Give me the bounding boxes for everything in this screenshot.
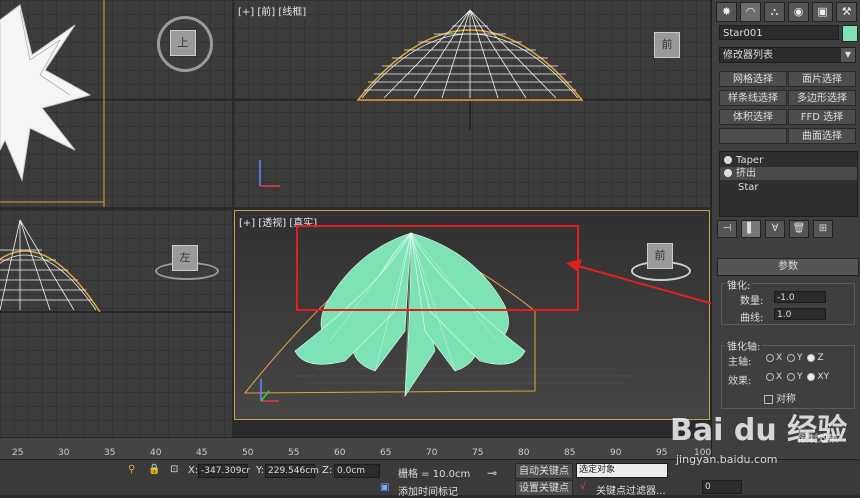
primary-x-radio[interactable] (766, 353, 774, 362)
utilities-tab-icon[interactable]: ⚒ (836, 2, 857, 22)
effect-label: 效果: (728, 376, 752, 387)
grid-size-text: 栅格 = 10.0cm (398, 469, 471, 480)
effect-options: X Y XY (764, 372, 829, 382)
x-coord-label: X: (188, 465, 199, 476)
parameters-rollout-header[interactable]: 参数 (717, 258, 859, 276)
filter-curve-icon[interactable]: √ (580, 481, 586, 492)
baidu-watermark: Bai du 经验 (670, 413, 848, 448)
timeline-tick: 80 (518, 448, 530, 458)
amount-spinner[interactable]: -1.0 (774, 291, 826, 303)
display-tab-icon[interactable]: ▣ (812, 2, 833, 22)
effect-x-radio[interactable] (766, 372, 774, 381)
command-panel-tabs: ✸ ◠ ⛬ ◉ ▣ ⚒ (716, 2, 857, 22)
mesh-select-button[interactable]: 网格选择 (719, 71, 787, 87)
primary-axis-options: X Y Z (764, 353, 824, 363)
y-coord-label: Y: (256, 465, 265, 476)
pin-stack-icon[interactable]: ⊣ (717, 220, 737, 238)
show-end-result-icon[interactable]: ▌ (741, 220, 761, 238)
configure-sets-icon[interactable]: ⊞ (813, 220, 833, 238)
lock-selection-icon[interactable]: ⚲ (128, 464, 135, 475)
curve-spinner[interactable]: 1.0 (774, 308, 826, 320)
modify-tab-icon[interactable]: ◠ (740, 2, 761, 22)
modifier-list-label: 修改器列表 (723, 50, 773, 61)
timeline-tick: 70 (426, 448, 438, 458)
key-icon[interactable]: ⊸ (487, 466, 497, 480)
timeline-tick: 45 (196, 448, 208, 458)
primary-axis-label: 主轴: (728, 357, 752, 368)
surface-select-button[interactable]: 曲面选择 (788, 128, 856, 144)
timeline-tick: 90 (610, 448, 622, 458)
x-coord-field[interactable]: -347.309cr (198, 464, 250, 478)
timeline-tick: 40 (150, 448, 162, 458)
timeline-ruler[interactable]: 25 30 35 40 45 50 55 60 65 70 75 80 85 9… (0, 437, 711, 460)
amount-label: 数量: (740, 296, 764, 307)
y-coord-field[interactable]: 229.546cm (265, 464, 319, 478)
lightbulb-icon[interactable] (724, 169, 732, 177)
z-coord-label: Z: (322, 465, 333, 476)
stack-item-extrude[interactable]: 挤出 (720, 167, 857, 180)
z-coord-field[interactable]: 0.0cm (334, 464, 380, 478)
time-tag-icon[interactable]: ▣ (380, 482, 389, 493)
motion-tab-icon[interactable]: ◉ (788, 2, 809, 22)
lightbulb-icon[interactable] (724, 156, 732, 164)
symmetry-checkbox[interactable] (764, 394, 773, 404)
stack-item-star[interactable]: Star (720, 181, 857, 194)
auto-key-button[interactable]: 自动关键点 (515, 463, 573, 479)
make-unique-icon[interactable]: ∀ (765, 220, 785, 238)
hierarchy-tab-icon[interactable]: ⛬ (764, 2, 785, 22)
remove-modifier-icon[interactable]: 🗑 (789, 220, 809, 238)
spline-select-button[interactable]: 样条线选择 (719, 90, 787, 106)
lock-icon[interactable]: 🔒 (148, 464, 160, 475)
effect-y-radio[interactable] (787, 372, 796, 381)
timeline-tick: 95 (656, 448, 668, 458)
timeline-tick: 30 (58, 448, 70, 458)
timeline-tick: 85 (564, 448, 576, 458)
timeline-tick: 50 (242, 448, 254, 458)
primary-z-radio[interactable] (807, 353, 816, 362)
patch-select-button[interactable]: 面片选择 (788, 71, 856, 87)
object-name-field[interactable]: Star001 (719, 25, 839, 40)
primary-y-radio[interactable] (787, 353, 796, 362)
selected-dropdown[interactable]: 选定对象 (576, 463, 668, 478)
effect-xy-radio[interactable] (807, 372, 816, 381)
create-tab-icon[interactable]: ✸ (716, 2, 737, 22)
symmetry-option[interactable]: 对称 (764, 390, 796, 405)
timeline-tick: 65 (380, 448, 392, 458)
curve-label: 曲线: (740, 313, 764, 324)
absolute-mode-icon[interactable]: ⊡ (170, 464, 178, 475)
object-color-swatch[interactable] (842, 25, 858, 42)
current-frame-field[interactable]: 0 (702, 480, 742, 494)
ffd-select-button[interactable]: FFD 选择 (788, 109, 856, 125)
taper-group-title: 锥化: (725, 277, 753, 292)
stack-item-taper[interactable]: Taper (720, 154, 857, 167)
poly-select-button[interactable]: 多边形选择 (788, 90, 856, 106)
timeline-tick: 55 (288, 448, 300, 458)
timeline-tick: 60 (334, 448, 346, 458)
timeline-tick: 25 (12, 448, 24, 458)
modifier-stack: Taper 挤出 Star (719, 151, 858, 217)
taper-axis-group-title: 锥化轴: (725, 338, 763, 353)
modifier-list-dropdown[interactable]: 修改器列表 ▼ (719, 47, 856, 63)
chevron-down-icon[interactable]: ▼ (841, 48, 855, 62)
add-time-tag-button[interactable]: 添加时间标记 (398, 483, 458, 498)
baidu-watermark-url: jingyan.baidu.com (676, 453, 778, 466)
timeline-tick: 35 (104, 448, 116, 458)
key-filters-button[interactable]: 关键点过滤器... (596, 482, 666, 497)
volume-select-button[interactable]: 体积选择 (719, 109, 787, 125)
timeline-tick: 75 (472, 448, 484, 458)
stack-toolbar: ⊣ ▌ ∀ 🗑 ⊞ (717, 220, 857, 238)
empty-button[interactable] (719, 128, 787, 144)
